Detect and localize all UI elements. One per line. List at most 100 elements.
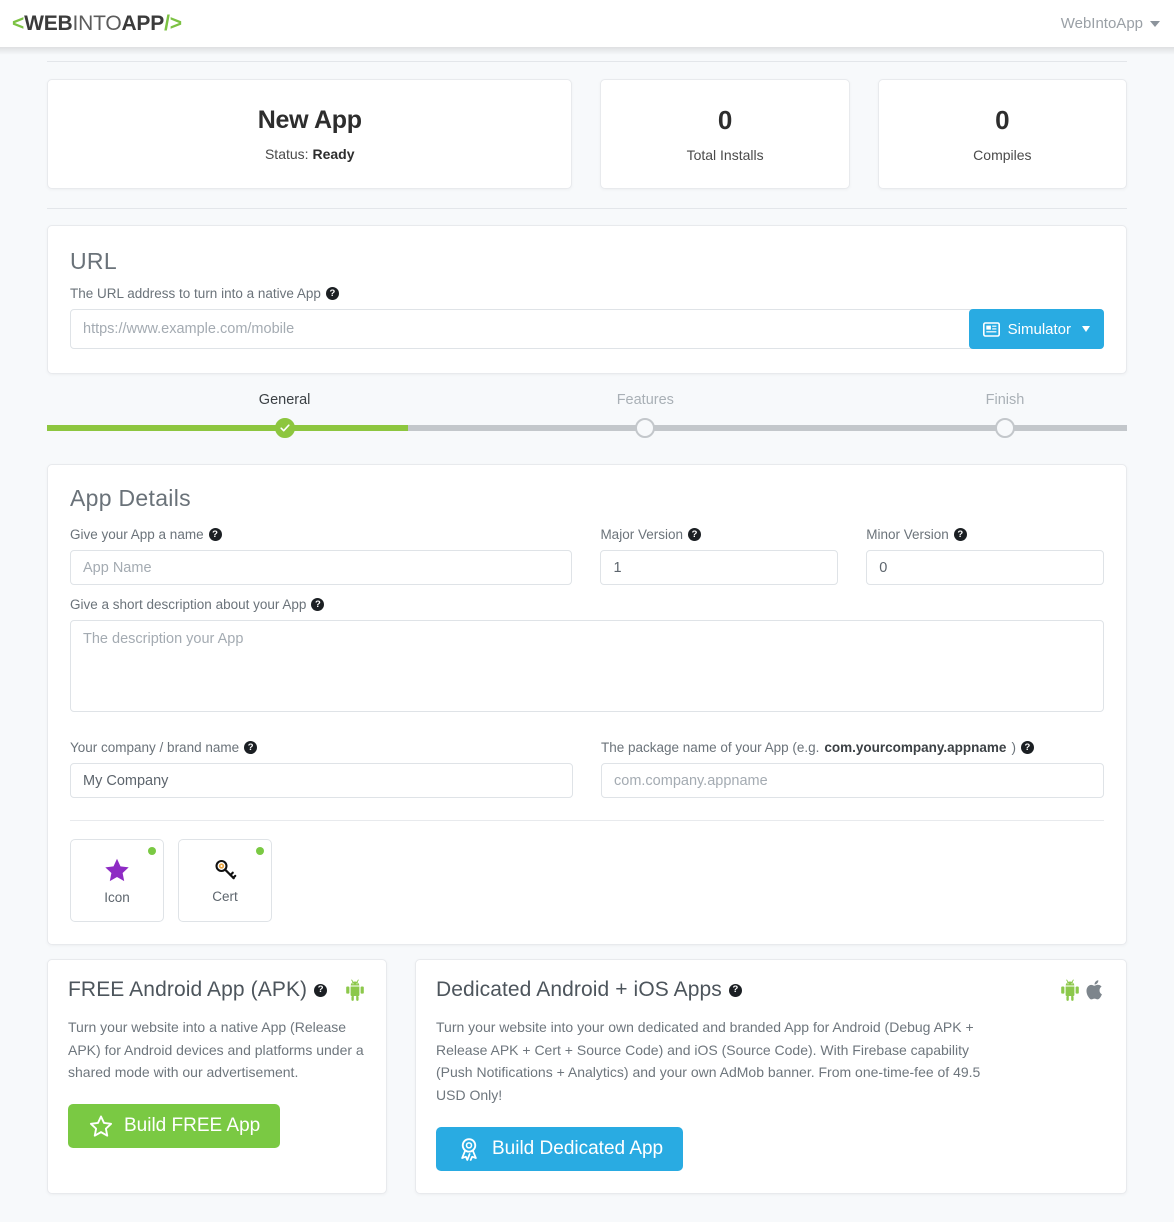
star-outline-icon [89,1115,113,1137]
url-panel: URL The URL address to turn into a nativ… [47,225,1127,374]
key-icon [214,859,236,880]
cert-asset-tile[interactable]: Cert [178,839,272,922]
package-label-example: com.yourcompany.appname [824,740,1007,755]
package-field-group: The package name of your App (e.g. com.y… [601,729,1104,798]
company-label: Your company / brand name ? [70,740,573,755]
major-version-input[interactable] [600,550,839,585]
help-icon[interactable]: ? [311,598,325,611]
description-field-group: Give a short description about your App … [70,597,1104,717]
help-icon[interactable]: ? [314,983,328,997]
details-separator [70,820,1104,821]
award-ribbon-icon [461,1138,477,1162]
build-free-app-button[interactable]: Build FREE App [68,1104,281,1149]
compiles-card: 0 Compiles [877,79,1127,189]
stepper-labels: General Features Finish [47,392,1127,412]
free-app-title-wrap: FREE Android App (APK) ? [68,978,328,1002]
package-input[interactable] [601,763,1104,798]
chevron-down-icon [1150,20,1160,27]
asset-tiles: Icon Cert [70,839,1104,922]
user-menu[interactable]: WebIntoApp [1061,15,1160,32]
dedicated-app-title-wrap: Dedicated Android + iOS Apps ? [436,978,742,1002]
simulator-button[interactable]: Simulator [968,309,1104,349]
company-label-text: Your company / brand name [70,740,240,755]
cert-tile-label: Cert [212,889,238,904]
status-dot [148,847,156,855]
dedicated-app-title: Dedicated Android + iOS Apps [436,978,722,1001]
user-menu-label: WebIntoApp [1060,15,1143,32]
logo-web: WEB [24,11,73,35]
app-name-heading: New App [257,106,362,134]
url-input-row: Simulator [70,309,1104,349]
minor-version-input[interactable] [866,550,1104,585]
url-field-label: The URL address to turn into a native Ap… [70,286,1104,301]
description-textarea[interactable] [70,620,1104,712]
status-dot [256,847,264,855]
top-navbar: <WEBINTOAPP/> WebIntoApp [0,0,1174,47]
star-icon [105,858,129,881]
app-name-field-group: Give your App a name ? [70,516,573,585]
minor-version-label: Minor Version ? [866,527,1104,542]
compiles-label: Compiles [973,147,1032,163]
package-label-post: ) [1011,740,1016,755]
url-input[interactable] [70,309,1104,349]
app-name-input[interactable] [70,550,573,585]
help-icon[interactable]: ? [728,983,742,997]
name-version-row: Give your App a name ? Major Version ? [70,516,1104,585]
platform-icons [1059,978,1106,1002]
help-icon[interactable]: ? [208,528,222,541]
dedicated-app-description: Turn your website into your own dedicate… [436,1019,981,1104]
simulator-button-label: Simulator [1007,320,1071,338]
description-label-text: Give a short description about your App [70,597,307,612]
build-dedicated-app-button[interactable]: Build Dedicated App [436,1126,684,1171]
free-app-description: Turn your website into a native App (Rel… [68,1019,364,1081]
url-field-label-text: The URL address to turn into a native Ap… [70,286,321,301]
step-label-finish[interactable]: Finish [986,392,1025,408]
help-icon[interactable]: ? [244,741,258,754]
page-content: New App Status: Ready 0 Total Installs 0… [0,47,1174,1218]
company-field-group: Your company / brand name ? [70,729,573,798]
step-dot-features[interactable] [635,418,656,438]
app-summary-card: New App Status: Ready [47,79,573,189]
wizard-stepper: General Features Finish [47,388,1127,450]
total-installs-label: Total Installs [686,147,764,163]
logo-app: APP [121,11,165,35]
step-dot-general[interactable] [274,418,295,438]
icon-tile-label: Icon [104,889,130,905]
description-label: Give a short description about your App … [70,597,1104,612]
company-package-row: Your company / brand name ? The package … [70,729,1104,798]
app-name-label: Give your App a name ? [70,527,572,542]
stats-row: New App Status: Ready 0 Total Installs 0… [47,79,1127,189]
minor-version-label-text: Minor Version [866,527,949,542]
dedicated-app-header: Dedicated Android + iOS Apps ? [436,978,1106,1002]
icon-asset-tile[interactable]: Icon [70,839,164,922]
divider-url [47,208,1127,209]
total-installs-card: 0 Total Installs [600,79,850,189]
app-page: <WEBINTOAPP/> WebIntoApp New App Status:… [0,0,1174,1222]
total-installs-value: 0 [717,105,733,135]
navbar-shadow [0,47,1174,55]
help-icon[interactable]: ? [687,528,701,541]
dedicated-app-card: Dedicated Android + iOS Apps ? Turn your… [415,959,1127,1194]
package-label: The package name of your App (e.g. com.y… [601,740,1104,755]
android-icon [346,979,364,1001]
content-inner: New App Status: Ready 0 Total Installs 0… [47,61,1127,1218]
help-icon[interactable]: ? [325,287,339,300]
free-app-card: FREE Android App (APK) ? Turn your websi… [47,959,387,1194]
help-icon[interactable]: ? [953,528,967,541]
divider-top [47,61,1127,62]
check-icon [279,424,290,432]
company-input[interactable] [70,763,573,798]
major-version-label-text: Major Version [600,527,683,542]
step-label-features[interactable]: Features [617,392,674,408]
brand-logo[interactable]: <WEBINTOAPP/> [12,12,182,36]
logo-into: INTO [72,11,122,35]
step-label-general[interactable]: General [259,392,311,408]
logo-bracket-open: < [12,11,25,35]
promo-cards-row: FREE Android App (APK) ? Turn your websi… [47,959,1127,1218]
url-panel-title: URL [70,248,117,274]
help-icon[interactable]: ? [1020,741,1034,754]
free-app-header: FREE Android App (APK) ? [68,978,366,1002]
build-free-app-label: Build FREE App [124,1115,261,1137]
step-dot-finish[interactable] [994,418,1015,438]
app-details-title: App Details [70,485,191,511]
